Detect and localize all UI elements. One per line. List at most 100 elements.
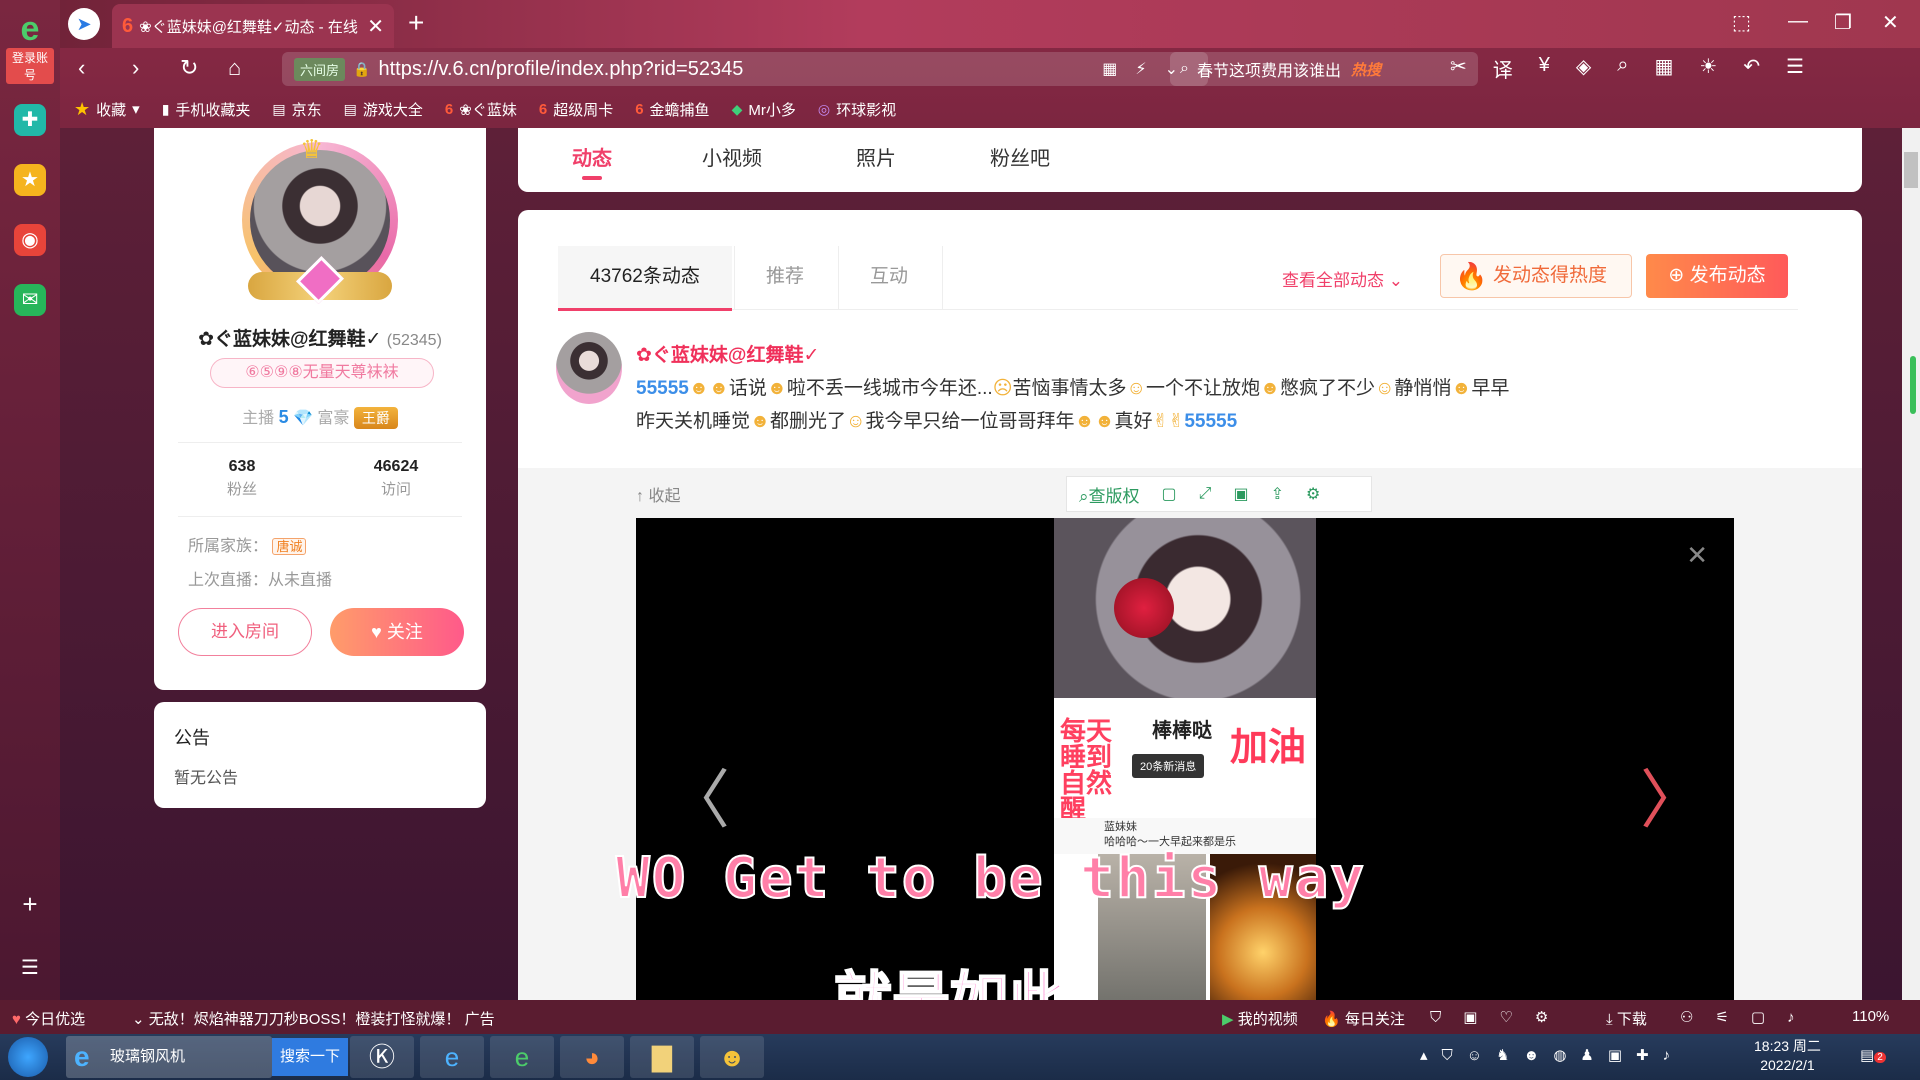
fans-stat[interactable]: 638 粉丝 <box>182 458 302 499</box>
add-sidebar-icon[interactable]: + <box>14 888 46 920</box>
menu-icon[interactable]: ☰ <box>1786 54 1804 83</box>
video-icon: ▶ <box>1222 1011 1234 1028</box>
tab-moments[interactable]: 动态 <box>572 142 612 180</box>
notification-icon[interactable]: ▤ 2 <box>1860 1046 1886 1064</box>
follow-button[interactable]: ♥ 关注 <box>330 608 464 656</box>
chrome-like-icon[interactable]: ◕ <box>560 1036 624 1078</box>
bookmark-jd[interactable]: ▤ 京东 <box>272 99 321 120</box>
host-level: 5 <box>278 407 289 427</box>
tab-interact[interactable]: 互动 <box>870 246 908 310</box>
today-picks[interactable]: ♥ 今日优选 <box>12 1008 85 1029</box>
green-browser-icon[interactable]: e <box>490 1036 554 1078</box>
scrollbar-thumb[interactable] <box>1904 152 1918 188</box>
refresh-icon[interactable]: ↻ <box>180 54 198 82</box>
tab-active[interactable]: 6 ❀ぐ蓝妹妹@红舞鞋✓动态 - 在线 ✕ <box>112 4 394 48</box>
chevron-down-icon: ⌄ <box>1388 271 1403 290</box>
divider <box>838 246 839 310</box>
copy-icon[interactable]: ▢ <box>1162 484 1177 504</box>
bookmark-movies[interactable]: ◎ 环球影视 <box>818 99 896 120</box>
family-badge[interactable]: 唐诚 <box>272 538 307 555</box>
system-tray-icons[interactable]: ▴⛉☺♞☻◍♟▣✚♪ <box>1420 1046 1684 1064</box>
tab-recommend[interactable]: 推荐 <box>766 246 804 310</box>
back-icon[interactable]: ‹ <box>78 54 85 82</box>
collapse-button[interactable]: ↑ 收起 <box>636 482 680 506</box>
bookmark-weekly[interactable]: 6 超级周卡 <box>539 99 613 120</box>
share-icon[interactable]: ⇪ <box>1271 484 1284 504</box>
brightness-icon[interactable]: ☀ <box>1699 54 1717 83</box>
ie-browser-icon[interactable]: e <box>420 1036 484 1078</box>
settings-icon[interactable]: ⚙ <box>1306 484 1320 504</box>
home-icon[interactable]: ⌂ <box>228 54 241 82</box>
post-author[interactable]: ✿ぐ蓝妹妹@红舞鞋✓ <box>636 340 819 367</box>
bookmark-favorites[interactable]: ★ 收藏 ▾ <box>74 99 140 120</box>
taskbar-search-button[interactable]: 搜索一下 <box>272 1038 349 1076</box>
navigation-icon[interactable]: ➤ <box>68 8 100 40</box>
mail-icon[interactable]: ✉ <box>14 284 46 316</box>
scrollbar[interactable] <box>1902 128 1920 1000</box>
media-viewer[interactable]: 每天睡到自然醒 棒棒哒 加油 20条新消息 蓝妹妹 哈哈哈～一大早起来都是乐 ✕… <box>636 518 1734 1000</box>
clock[interactable]: 18:23 周二 2022/2/1 <box>1754 1037 1821 1075</box>
game-icon[interactable]: ◈ <box>1576 54 1591 83</box>
new-tab-button[interactable]: + <box>408 8 424 38</box>
start-button[interactable] <box>8 1037 48 1077</box>
download-button[interactable]: ⤓ 下载 <box>1606 1008 1647 1029</box>
skin-icon[interactable]: ⬚ <box>1732 10 1751 35</box>
prev-arrow-icon[interactable]: 〈 <box>666 768 730 832</box>
media-app-icon[interactable]: ☻ <box>700 1036 764 1078</box>
ie-icon: e <box>74 1041 90 1072</box>
close-window-icon[interactable]: ✕ <box>1882 10 1899 35</box>
bookmark-games[interactable]: ▤ 游戏大全 <box>344 99 423 120</box>
bookmark-mr[interactable]: ◆ Mr小多 <box>732 99 796 120</box>
login-account[interactable]: e 登录账号 <box>6 10 54 84</box>
weibo-icon[interactable]: ◉ <box>14 224 46 256</box>
visits-stat: 46624 访问 <box>373 458 419 498</box>
fullscreen-icon[interactable]: ⤢ <box>1199 485 1212 503</box>
close-tab-icon[interactable]: ✕ <box>367 14 384 39</box>
close-viewer-icon[interactable]: ✕ <box>1686 540 1708 571</box>
undo-icon[interactable]: ↶ <box>1743 54 1760 83</box>
favorites-star-icon[interactable]: ★ <box>14 164 46 196</box>
forward-icon[interactable]: › <box>132 54 139 82</box>
zoom-level[interactable]: 110% <box>1852 1008 1889 1025</box>
view-all-dropdown[interactable]: 查看全部动态 ⌄ <box>1282 266 1403 291</box>
sidebar-menu-icon[interactable]: ☰ <box>14 952 46 984</box>
save-icon[interactable]: ▣ <box>1233 484 1248 504</box>
magnifier-icon[interactable]: ⌕ <box>1617 54 1628 83</box>
apps-grid-icon[interactable]: ▦ <box>1654 54 1673 83</box>
url-text[interactable]: https://v.6.cn/profile/index.php?rid=523… <box>378 58 1102 81</box>
plus-circle-icon[interactable]: ✚ <box>14 104 46 136</box>
minimize-icon[interactable]: — <box>1788 10 1808 33</box>
post-avatar[interactable] <box>556 332 622 404</box>
folder-icon[interactable]: ▇ <box>630 1036 694 1078</box>
my-video[interactable]: ▶ 我的视频 <box>1222 1008 1298 1029</box>
enter-room-button[interactable]: 进入房间 <box>178 608 312 656</box>
status-tools-icon[interactable]: ⛉▣♡⚙ <box>1430 1008 1570 1026</box>
status-tools-right-icon[interactable]: ⚇⚟▢♪ <box>1680 1008 1817 1026</box>
post-button[interactable]: ⊕ 发布动态 <box>1646 254 1788 298</box>
search-text: 春节这项费用该谁出 <box>1196 63 1341 80</box>
bookmark-six-cn[interactable]: 6 ❀ぐ蓝妹 <box>445 99 517 120</box>
daily-follow[interactable]: 🔥 每日关注 <box>1322 1008 1405 1029</box>
plus-circle-icon: ⊕ <box>1668 265 1685 286</box>
restore-icon[interactable]: ❐ <box>1834 10 1852 35</box>
view-source-button[interactable]: ⌕查版权 <box>1079 482 1140 507</box>
coin-icon[interactable]: ¥ <box>1539 54 1550 83</box>
search-input[interactable]: ⌕ 春节这项费用该谁出 热搜 <box>1170 52 1478 86</box>
heat-button[interactable]: 🔥 发动态得热度 <box>1440 254 1632 298</box>
bookmark-mobile[interactable]: ▮ 手机收藏夹 <box>162 99 251 120</box>
address-bar[interactable]: 六间房 🔒 https://v.6.cn/profile/index.php?r… <box>282 52 1208 86</box>
site-tag: 六间房 <box>294 57 346 81</box>
translate-icon[interactable]: 译 <box>1493 54 1513 83</box>
avatar[interactable]: ♛ <box>242 134 398 310</box>
ad-text[interactable]: ⌄ 无敌！烬焰神器刀刀秒BOSS！橙装打怪就爆！ 广告 <box>132 1008 495 1029</box>
k-app-icon[interactable]: Ⓚ <box>350 1036 414 1078</box>
next-arrow-icon[interactable]: 〉 <box>1640 768 1704 832</box>
post-media-area: ↑ 收起 ⌕查版权 ▢ ⤢ ▣ ⇪ ⚙ 每天睡到自然醒 棒棒哒 加油 20条新消… <box>518 468 1862 1000</box>
tab-all-moments[interactable]: 43762条动态 <box>558 246 732 311</box>
tab-fan-club[interactable]: 粉丝吧 <box>990 142 1050 171</box>
tab-short-videos[interactable]: 小视频 <box>702 142 762 171</box>
scissors-icon[interactable]: ✂ <box>1450 54 1467 83</box>
taskbar-ie-window[interactable]: e 玻璃钢风机 <box>66 1036 272 1078</box>
tab-photos[interactable]: 照片 <box>856 142 896 171</box>
bookmark-fishing[interactable]: 6 金蟾捕鱼 <box>635 99 709 120</box>
